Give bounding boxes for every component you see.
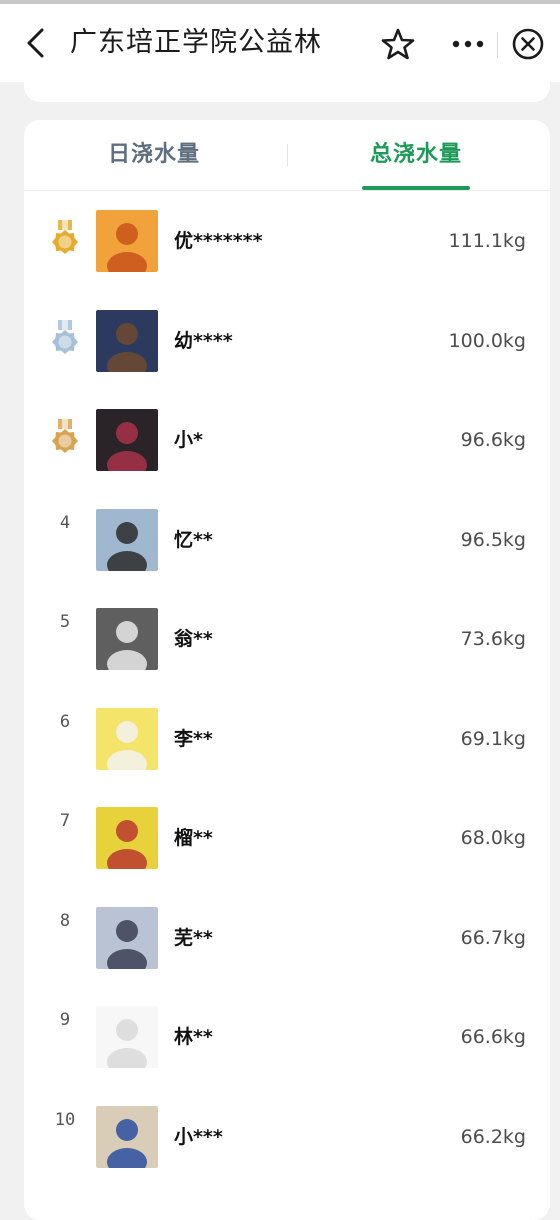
- user-name: 小***: [174, 1126, 223, 1148]
- rank-number: 5: [59, 612, 71, 632]
- user-name: 翁**: [174, 628, 213, 650]
- silver-medal-icon: [50, 318, 80, 366]
- ranking-row: 幼**** 100.0kg: [24, 310, 550, 374]
- watering-amount: 96.6kg: [460, 429, 526, 451]
- page-title: 广东培正学院公益林: [70, 27, 322, 58]
- gold-medal-icon: [50, 218, 80, 266]
- watering-amount: 111.1kg: [448, 230, 526, 252]
- ranking-row: 8 芜** 66.7kg: [24, 907, 550, 971]
- watering-amount: 100.0kg: [448, 330, 526, 352]
- ranking-row: 优******* 111.1kg: [24, 210, 550, 274]
- watering-amount: 73.6kg: [460, 628, 526, 650]
- ranking-row: 7 榴** 68.0kg: [24, 807, 550, 871]
- tab-divider: [287, 144, 288, 166]
- user-name: 芜**: [174, 927, 213, 949]
- more-icon[interactable]: [448, 26, 488, 62]
- rank-number: 7: [59, 811, 71, 831]
- avatar[interactable]: [96, 509, 158, 571]
- ranking-row: 9 林** 66.6kg: [24, 1006, 550, 1070]
- user-name: 幼****: [174, 330, 233, 352]
- avatar[interactable]: [96, 310, 158, 372]
- rank-number: 9: [59, 1010, 71, 1030]
- user-name: 小*: [174, 429, 203, 451]
- watering-amount: 68.0kg: [460, 827, 526, 849]
- avatar[interactable]: [96, 210, 158, 272]
- previous-card: [24, 76, 550, 102]
- avatar[interactable]: [96, 1106, 158, 1168]
- nav-divider: [497, 32, 498, 58]
- ranking-row: 6 李** 69.1kg: [24, 708, 550, 772]
- user-name: 林**: [174, 1026, 213, 1048]
- watering-amount: 66.7kg: [460, 927, 526, 949]
- avatar[interactable]: [96, 608, 158, 670]
- star-icon[interactable]: [380, 26, 416, 62]
- avatar[interactable]: [96, 807, 158, 869]
- ranking-row: 5 翁** 73.6kg: [24, 608, 550, 672]
- watering-amount: 69.1kg: [460, 728, 526, 750]
- rank-number: 4: [59, 513, 71, 533]
- ranking-row: 10 小*** 66.2kg: [24, 1106, 550, 1170]
- user-name: 忆**: [174, 529, 213, 551]
- avatar[interactable]: [96, 907, 158, 969]
- ranking-card: 日浇水量 总浇水量 优******* 111.1kg 幼**** 100.0kg 小* 9…: [24, 120, 550, 1220]
- watering-amount: 66.2kg: [460, 1126, 526, 1148]
- rank-number: 8: [59, 911, 71, 931]
- user-name: 优*******: [174, 230, 263, 252]
- watering-amount: 96.5kg: [460, 529, 526, 551]
- avatar[interactable]: [96, 1006, 158, 1068]
- rank-number: 6: [59, 712, 71, 732]
- user-name: 榴**: [174, 827, 213, 849]
- rank-number: 10: [54, 1110, 76, 1130]
- user-name: 李**: [174, 728, 213, 750]
- nav-bar: 广东培正学院公益林: [0, 4, 560, 82]
- ranking-row: 4 忆** 96.5kg: [24, 509, 550, 573]
- active-tab-indicator: [362, 186, 470, 190]
- watering-amount: 66.6kg: [460, 1026, 526, 1048]
- tab-daily-watering[interactable]: 日浇水量: [108, 138, 200, 172]
- close-circle-icon[interactable]: [510, 26, 546, 62]
- ranking-row: 小* 96.6kg: [24, 409, 550, 473]
- tab-total-watering[interactable]: 总浇水量: [370, 138, 462, 172]
- ranking-tabs: 日浇水量 总浇水量: [24, 120, 550, 191]
- avatar[interactable]: [96, 409, 158, 471]
- bronze-medal-icon: [50, 417, 80, 465]
- chevron-left-icon[interactable]: [18, 24, 54, 62]
- avatar[interactable]: [96, 708, 158, 770]
